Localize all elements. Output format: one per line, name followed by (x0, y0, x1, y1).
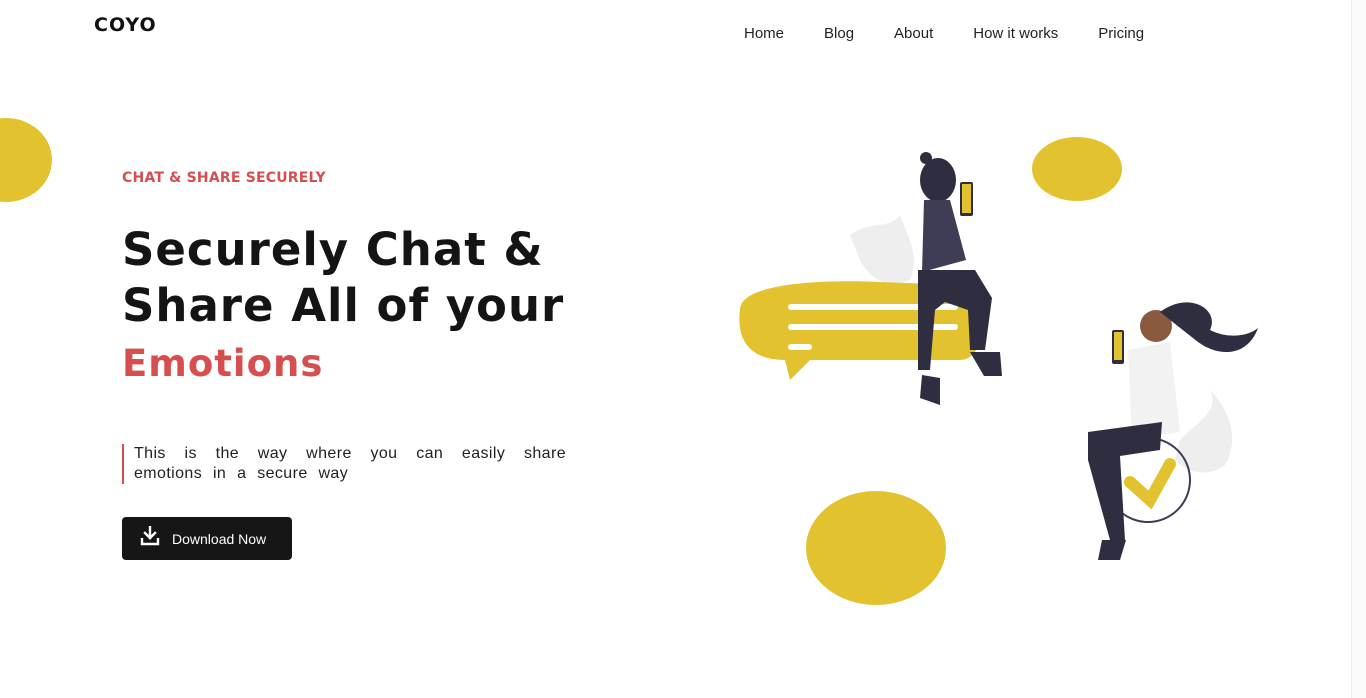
hero-description: This is the way where you can easily sha… (122, 444, 566, 484)
nav-home[interactable]: Home (744, 25, 784, 42)
scrollbar[interactable] (1351, 0, 1366, 698)
hero-headline: Securely Chat & Share All of your Emotio… (122, 222, 592, 394)
decorative-blob (0, 118, 52, 202)
hero-illustration (739, 137, 1258, 605)
leaf-decoration (850, 215, 915, 284)
nav-how-it-works[interactable]: How it works (973, 25, 1058, 42)
headline-accent: Emotions (122, 342, 324, 385)
leaf-decoration (1175, 390, 1233, 473)
headline-line-1: Securely Chat & (122, 223, 544, 276)
woman-figure-1 (918, 152, 1002, 405)
landing-page: COYO Home Blog About How it works Pricin… (0, 0, 1366, 698)
headline-line-2: Share All of your (122, 279, 565, 332)
nav-pricing[interactable]: Pricing (1098, 25, 1144, 42)
main-nav: Home Blog About How it works Pricing (744, 25, 1144, 42)
nav-blog[interactable]: Blog (824, 25, 854, 42)
woman-figure-2 (1088, 302, 1258, 560)
brand-logo[interactable]: COYO (94, 14, 157, 36)
yellow-blob-bottom (806, 491, 946, 605)
download-now-button[interactable]: Download Now (122, 517, 292, 560)
yellow-blob-top (1032, 137, 1122, 201)
nav-about[interactable]: About (894, 25, 933, 42)
download-button-label: Download Now (172, 530, 267, 547)
chat-bubble-line (788, 344, 812, 350)
hero-eyebrow: CHAT & SHARE SECURELY (122, 170, 326, 186)
download-icon (140, 525, 160, 551)
